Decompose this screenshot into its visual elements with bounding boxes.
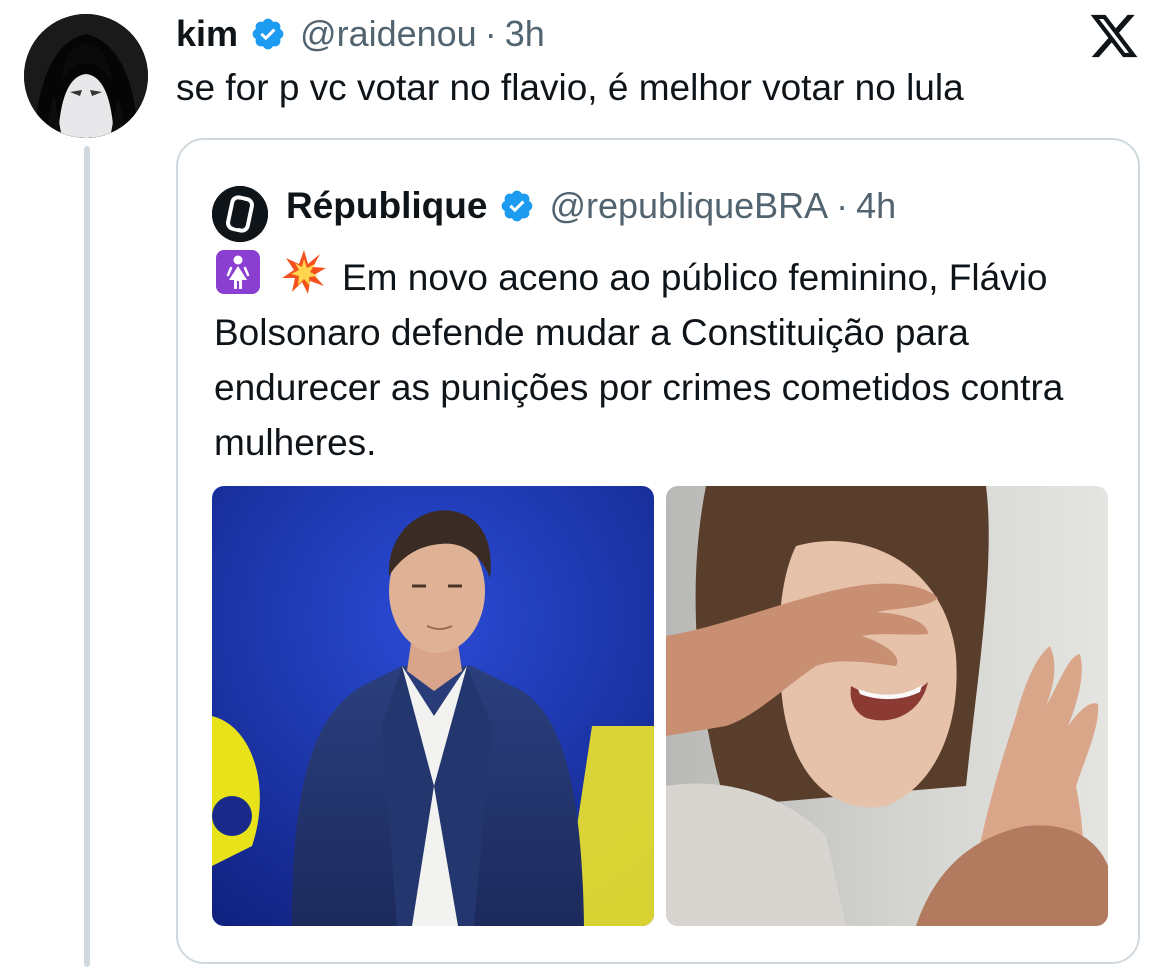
author-handle[interactable]: @raidenou (300, 13, 477, 55)
quoted-header: République @republiqueBRA · 4h (286, 182, 896, 230)
author-name[interactable]: kim (176, 13, 238, 55)
verified-badge-icon (250, 16, 286, 52)
separator-dot: · (836, 185, 849, 226)
quoted-timestamp[interactable]: 4h (856, 185, 896, 227)
quoted-media-image-2[interactable] (666, 486, 1108, 926)
tweet-header: kim @raidenou · 3h (176, 10, 545, 58)
quoted-text-block: Em novo aceno ao público feminino, Flávi… (214, 248, 1114, 470)
woman-sign-emoji-icon (214, 248, 262, 296)
quoted-text: Em novo aceno ao público feminino, Flávi… (214, 257, 1064, 463)
timestamp[interactable]: 3h (505, 13, 545, 55)
separator-dot: · (484, 13, 497, 54)
quoted-media-image-1[interactable] (212, 486, 654, 926)
quoted-avatar[interactable] (212, 186, 268, 242)
thread-line (84, 146, 90, 967)
x-logo-icon (1088, 10, 1140, 62)
quoted-handle[interactable]: @republiqueBRA (549, 185, 828, 227)
quoted-author-name[interactable]: République (286, 185, 487, 227)
collision-emoji-icon (280, 248, 328, 296)
avatar[interactable] (24, 14, 148, 138)
verified-badge-icon (499, 188, 535, 224)
tweet-text: se for p vc votar no flavio, é melhor vo… (176, 67, 964, 108)
quoted-tweet-card[interactable]: République @republiqueBRA · 4h Em novo a… (176, 138, 1140, 964)
